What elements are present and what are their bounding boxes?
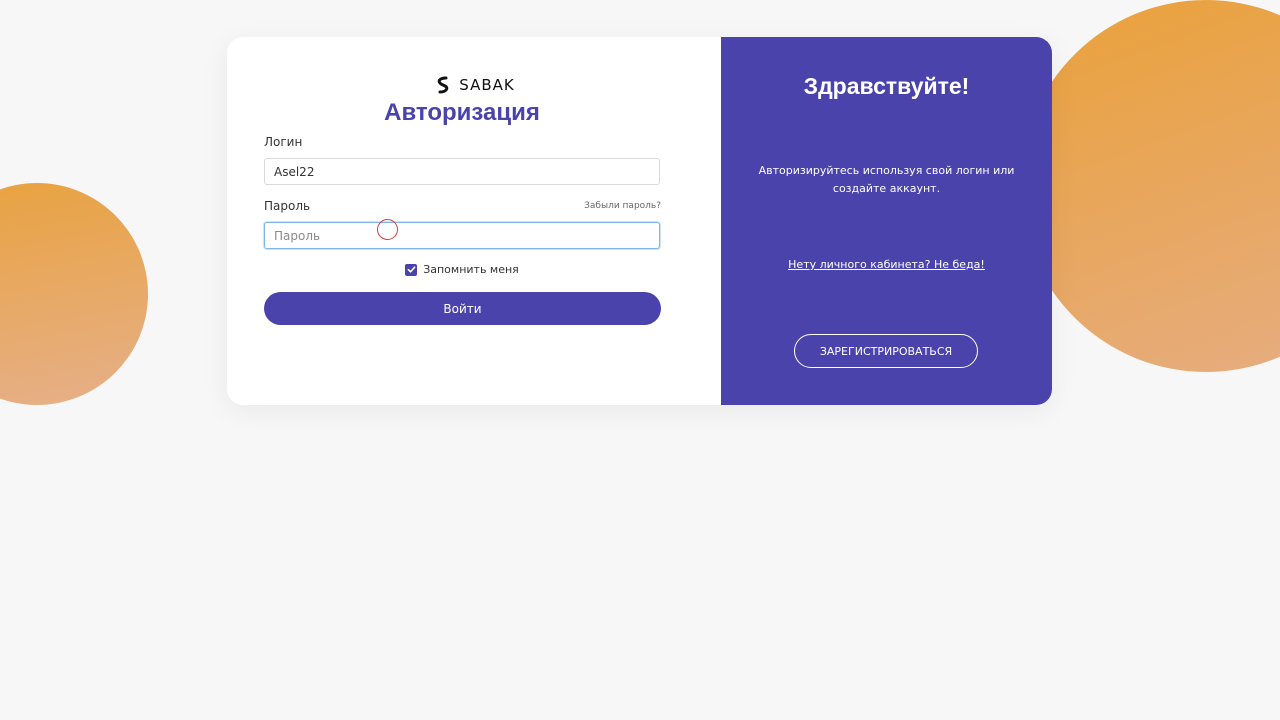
mouse-cursor-indicator [377,219,398,240]
register-button[interactable]: ЗАРЕГИСТРИРОВАТЬСЯ [794,334,978,368]
login-label: Логин [264,135,303,149]
remember-me[interactable]: Запомнить меня [227,263,697,276]
no-account-link[interactable]: Нету личного кабинета? Не беда! [721,258,1052,271]
decorative-circle-left [0,183,148,405]
forgot-password-link[interactable]: Забыли пароль? [584,201,661,211]
password-input[interactable] [264,222,660,249]
welcome-panel: Здравствуйте! Авторизируйтесь используя … [721,37,1052,405]
remember-me-label: Запомнить меня [423,263,519,276]
decorative-circle-right [1020,0,1280,372]
page: SABAK Авторизация Логин Пароль Забыли па… [0,0,1280,720]
welcome-description: Авторизируйтесь используя свой логин или… [758,164,1015,195]
welcome-heading: Здравствуйте! [803,73,970,99]
brand-name: SABAK [459,76,515,94]
logo: SABAK [227,75,721,95]
auth-card: SABAK Авторизация Логин Пароль Забыли па… [227,37,1052,405]
login-button[interactable]: Войти [264,292,661,325]
remember-me-checkbox[interactable] [405,263,418,276]
sabak-logo-icon [433,75,453,95]
login-panel: SABAK Авторизация Логин Пароль Забыли па… [227,37,721,405]
password-label: Пароль [264,199,311,213]
checkmark-icon [407,266,416,273]
page-title: Авторизация [384,99,540,126]
login-input[interactable] [264,158,660,185]
